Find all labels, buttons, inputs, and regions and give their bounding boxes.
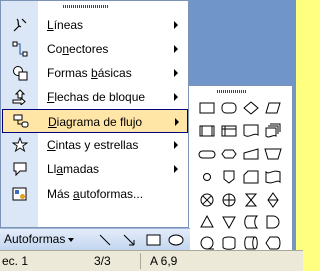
menu-item-lineas[interactable]: Líneas	[2, 13, 188, 37]
submenu-arrow-icon	[174, 93, 178, 101]
process-shape-icon[interactable]	[197, 98, 217, 118]
menu-item-label: Llamadas	[47, 162, 100, 176]
drawing-toolbar: Autoformas	[0, 228, 190, 251]
menu-item-diagrama-de-flujo[interactable]: Diagrama de flujo	[2, 109, 188, 133]
collate-shape-icon[interactable]	[241, 190, 261, 210]
basic-shapes-icon	[13, 66, 28, 81]
manual-operation-shape-icon[interactable]	[263, 144, 283, 164]
autoformas-button[interactable]: Autoformas	[4, 232, 75, 246]
sort-shape-icon[interactable]	[263, 190, 283, 210]
card-shape-icon[interactable]	[241, 167, 261, 187]
decision-shape-icon[interactable]	[241, 98, 261, 118]
submenu-arrow-icon	[174, 165, 178, 173]
delay-shape-icon[interactable]	[263, 212, 283, 232]
more-autoshapes-icon	[12, 187, 27, 201]
submenu-arrow-icon	[174, 21, 178, 29]
dropdown-caret-icon	[68, 237, 75, 242]
menu-item-label: Más autoformas...	[47, 187, 144, 201]
submenu-arrow-icon	[174, 69, 178, 77]
oval-tool-icon[interactable]	[168, 233, 184, 247]
flowchart-submenu	[188, 85, 293, 255]
menu-item-llamadas[interactable]: Llamadas	[2, 157, 188, 181]
merge-shape-icon[interactable]	[219, 212, 239, 232]
status-position: A 6,9	[150, 254, 178, 268]
flowchart-icon	[13, 114, 29, 128]
summing-junction-shape-icon[interactable]	[197, 190, 217, 210]
lines-icon	[13, 18, 27, 32]
status-bar: ec. 1 3/3 A 6,9	[0, 250, 303, 271]
connectors-icon	[12, 41, 28, 57]
manual-input-shape-icon[interactable]	[241, 144, 261, 164]
stored-data-shape-icon[interactable]	[241, 212, 261, 232]
status-divider	[140, 253, 141, 269]
submenu-arrow-icon	[175, 118, 179, 126]
menu-item-conectores[interactable]: Conectores	[2, 37, 188, 61]
alternate-process-shape-icon[interactable]	[219, 98, 239, 118]
menu-item-mas-autoformas[interactable]: Más autoformas...	[2, 182, 188, 206]
submenu-arrow-icon	[174, 141, 178, 149]
menu-item-label: Líneas	[47, 18, 84, 32]
or-shape-icon[interactable]	[219, 190, 239, 210]
status-pages: 3/3	[94, 254, 111, 268]
menu-item-cintas-y-estrellas[interactable]: Cintas y estrellas	[2, 133, 188, 157]
menu-item-label: Flechas de bloque	[47, 90, 146, 104]
callouts-icon	[13, 162, 27, 177]
submenu-arrow-icon	[174, 45, 178, 53]
data-shape-icon[interactable]	[263, 98, 283, 118]
menu-item-formas-basicas[interactable]: Formas básicas	[2, 61, 188, 85]
menu-drag-handle[interactable]	[63, 5, 109, 8]
rectangle-tool-icon[interactable]	[146, 233, 162, 247]
connector-shape-icon[interactable]	[197, 167, 217, 187]
terminator-shape-icon[interactable]	[197, 144, 217, 164]
menu-item-label: Cintas y estrellas	[47, 138, 139, 152]
multidocument-shape-icon[interactable]	[263, 121, 283, 141]
document-shape-icon[interactable]	[241, 121, 261, 141]
menu-item-label: Conectores	[47, 42, 109, 56]
status-section: ec. 1	[2, 254, 29, 268]
preparation-shape-icon[interactable]	[219, 144, 239, 164]
extract-shape-icon[interactable]	[197, 212, 217, 232]
predefined-process-shape-icon[interactable]	[197, 121, 217, 141]
menu-item-flechas-de-bloque[interactable]: Flechas de bloque	[2, 85, 188, 109]
arrow-tool-icon[interactable]	[122, 233, 136, 247]
block-arrows-icon	[12, 89, 26, 105]
menu-item-label: Diagrama de flujo	[48, 115, 143, 129]
page-edge	[296, 0, 303, 250]
submenu-drag-handle[interactable]	[217, 90, 247, 93]
line-tool-icon[interactable]	[98, 233, 112, 247]
internal-storage-shape-icon[interactable]	[219, 121, 239, 141]
autoshapes-menu: Líneas Conectores Formas básicas Flechas…	[0, 0, 189, 228]
stars-banners-icon	[12, 137, 28, 153]
menu-item-label: Formas básicas	[47, 66, 132, 80]
off-page-connector-shape-icon[interactable]	[219, 167, 239, 187]
punched-tape-shape-icon[interactable]	[263, 167, 283, 187]
